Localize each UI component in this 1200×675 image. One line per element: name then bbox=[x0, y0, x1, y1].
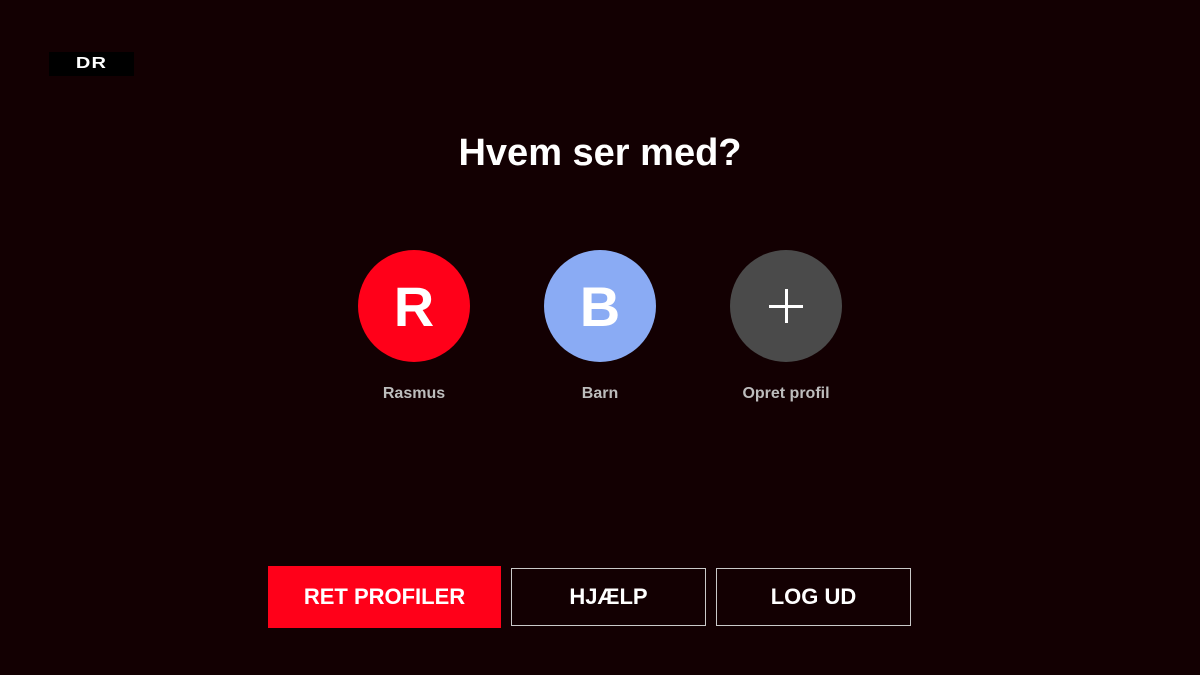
avatar-barn[interactable]: B bbox=[544, 250, 656, 362]
profile-name: Opret profil bbox=[742, 385, 830, 402]
profile-name: Barn bbox=[581, 385, 619, 402]
logout-button[interactable]: LOG UD bbox=[716, 568, 911, 626]
action-bar: RET PROFILER HJÆLP LOG UD bbox=[268, 566, 911, 628]
create-profile[interactable]: Opret profil bbox=[730, 250, 842, 403]
edit-profiles-button[interactable]: RET PROFILER bbox=[268, 566, 501, 628]
profile-name: Rasmus bbox=[382, 385, 446, 402]
avatar-rasmus[interactable]: R bbox=[358, 250, 470, 362]
page-title: Hvem ser med? bbox=[458, 132, 742, 174]
profile-barn[interactable]: B Barn bbox=[544, 250, 656, 403]
avatar-initial: B bbox=[579, 274, 621, 338]
profile-list: R Rasmus B Barn Opret profil bbox=[0, 250, 1200, 403]
help-button[interactable]: HJÆLP bbox=[511, 568, 706, 626]
dr-logo: DR bbox=[49, 52, 134, 76]
create-profile-button[interactable] bbox=[730, 250, 842, 362]
dr-logo-text: DR bbox=[75, 55, 108, 72]
profile-rasmus[interactable]: R Rasmus bbox=[358, 250, 470, 403]
avatar-initial: R bbox=[393, 274, 435, 338]
plus-icon bbox=[769, 289, 803, 323]
